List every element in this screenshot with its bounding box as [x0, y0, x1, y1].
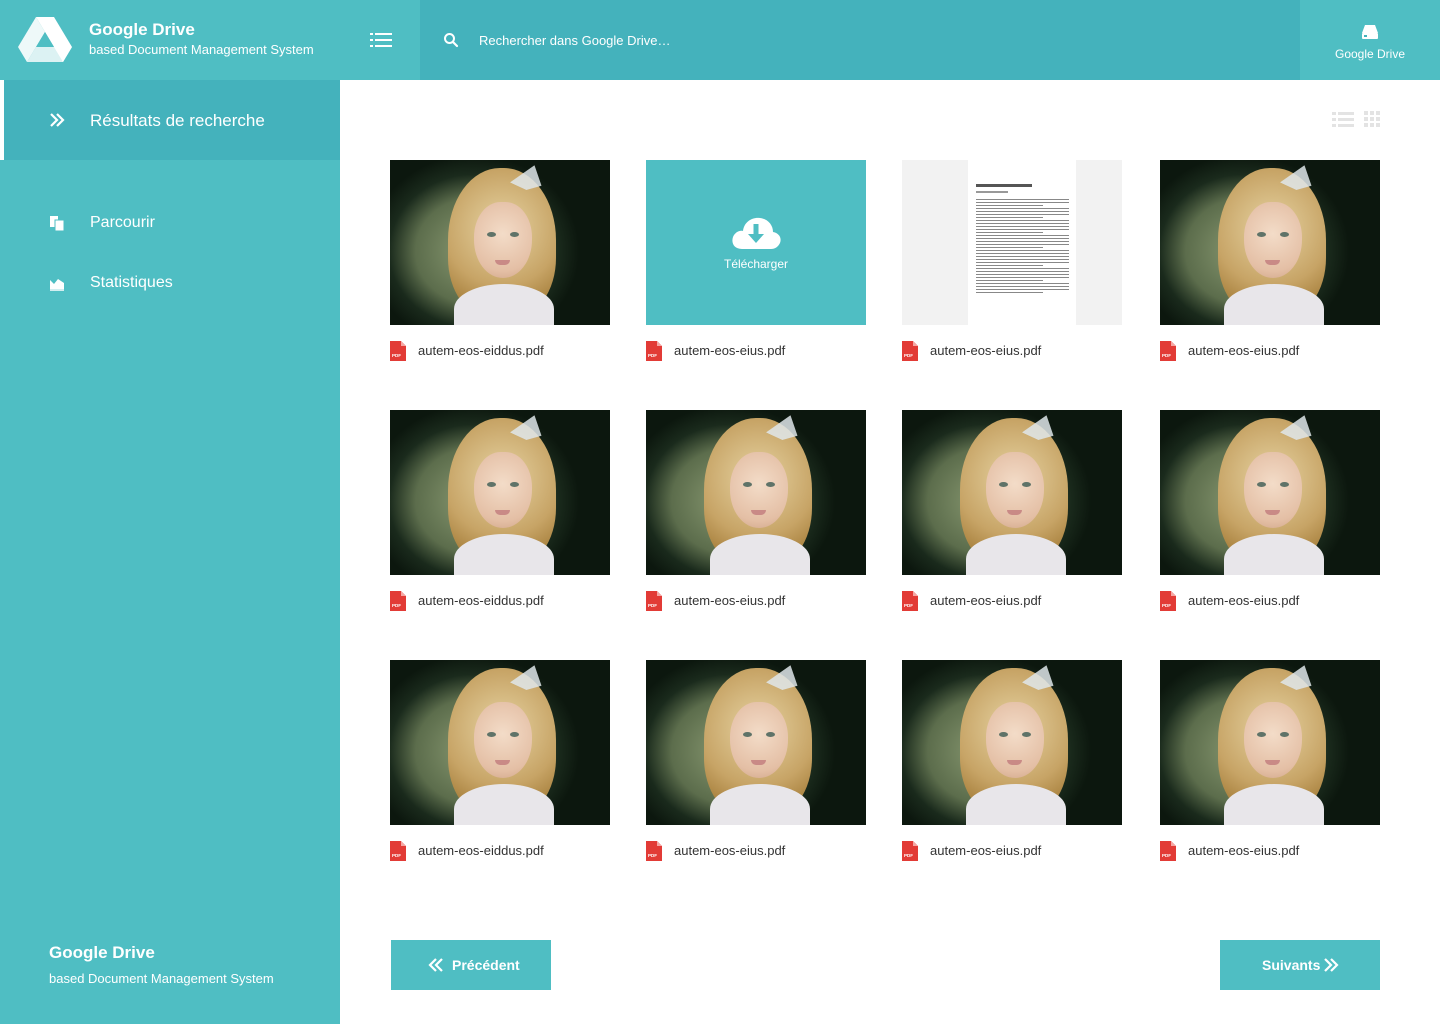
file-thumbnail: [902, 410, 1122, 575]
pdf-file-icon: PDF: [902, 591, 918, 611]
file-card[interactable]: PDF autem-eos-eiddus.pdf: [390, 160, 610, 370]
file-thumbnail: [1160, 660, 1380, 825]
file-card[interactable]: PDF autem-eos-eius.pdf: [902, 660, 1122, 870]
document-preview: [968, 160, 1076, 325]
sidebar-item-label: Statistiques: [90, 274, 173, 291]
sidebar-item-browse[interactable]: Parcourir: [0, 203, 340, 243]
file-card[interactable]: PDF autem-eos-eius.pdf: [646, 660, 866, 870]
brand-title: Google Drive: [89, 20, 195, 39]
google-drive-button[interactable]: Google Drive: [1300, 0, 1440, 80]
file-thumbnail: [1160, 160, 1380, 325]
pdf-file-icon: PDF: [646, 591, 662, 611]
file-name: autem-eos-eius.pdf: [1188, 843, 1300, 858]
svg-text:PDF: PDF: [648, 853, 657, 858]
area-chart-icon: [50, 279, 64, 291]
file-name: autem-eos-eius.pdf: [674, 343, 786, 358]
grid-view-icon[interactable]: [1364, 111, 1381, 128]
file-card[interactable]: PDF autem-eos-eius.pdf: [902, 410, 1122, 620]
pdf-file-icon: PDF: [646, 341, 662, 361]
double-chevron-left-icon: [428, 958, 443, 972]
top-bar: Google Drive based Document Management S…: [0, 0, 1440, 80]
list-view-icon[interactable]: [1332, 111, 1354, 129]
pdf-file-icon: PDF: [1160, 841, 1176, 861]
brand-area: Google Drive based Document Management S…: [0, 0, 420, 80]
svg-text:PDF: PDF: [392, 853, 401, 858]
brand-subtitle: based Document Management System: [89, 42, 314, 57]
svg-text:PDF: PDF: [392, 353, 401, 358]
menu-toggle-icon[interactable]: [370, 31, 392, 49]
file-card[interactable]: PDF autem-eos-eius.pdf: [902, 160, 1122, 370]
pdf-file-icon: PDF: [390, 341, 406, 361]
previous-page-label: Précédent: [452, 957, 520, 973]
svg-text:PDF: PDF: [648, 353, 657, 358]
svg-text:PDF: PDF: [648, 603, 657, 608]
sidebar-item-label: Résultats de recherche: [90, 111, 265, 130]
pdf-file-icon: PDF: [1160, 591, 1176, 611]
next-page-label: Suivants: [1262, 957, 1321, 973]
google-drive-button-label: Google Drive: [1334, 47, 1406, 61]
file-thumbnail: [902, 160, 1122, 325]
sidebar: Résultats de recherche Parcourir Statist…: [0, 80, 340, 1024]
drive-hdd-icon: [1362, 25, 1378, 39]
file-name: autem-eos-eius.pdf: [674, 843, 786, 858]
pdf-file-icon: PDF: [1160, 341, 1176, 361]
svg-text:PDF: PDF: [1162, 603, 1171, 608]
file-thumbnail: [902, 660, 1122, 825]
file-name: autem-eos-eius.pdf: [1188, 343, 1300, 358]
svg-text:PDF: PDF: [392, 603, 401, 608]
cloud-download-icon: [732, 217, 781, 249]
svg-text:PDF: PDF: [1162, 353, 1171, 358]
file-thumbnail: [390, 160, 610, 325]
download-label: Télécharger: [723, 257, 789, 271]
file-card[interactable]: PDF autem-eos-eius.pdf: [1160, 410, 1380, 620]
double-chevron-right-icon: [50, 113, 65, 127]
file-name: autem-eos-eius.pdf: [930, 843, 1042, 858]
sidebar-footer-subtitle: based Document Management System: [49, 971, 274, 986]
svg-text:PDF: PDF: [904, 603, 913, 608]
pdf-file-icon: PDF: [390, 841, 406, 861]
file-thumbnail: Télécharger: [646, 160, 866, 325]
next-page-button[interactable]: Suivants: [1220, 940, 1380, 990]
svg-text:PDF: PDF: [1162, 853, 1171, 858]
file-name: autem-eos-eius.pdf: [674, 593, 786, 608]
pdf-file-icon: PDF: [902, 341, 918, 361]
file-thumbnail: [646, 660, 866, 825]
file-card[interactable]: PDF autem-eos-eius.pdf: [1160, 660, 1380, 870]
sidebar-item-statistics[interactable]: Statistiques: [0, 263, 340, 303]
svg-text:PDF: PDF: [904, 353, 913, 358]
file-name: autem-eos-eius.pdf: [930, 343, 1042, 358]
file-name: autem-eos-eiddus.pdf: [418, 843, 544, 858]
sidebar-item-label: Parcourir: [90, 214, 155, 231]
google-drive-logo-icon: [18, 17, 72, 62]
double-chevron-right-icon: [1324, 958, 1339, 972]
file-name: autem-eos-eiddus.pdf: [418, 593, 544, 608]
pdf-file-icon: PDF: [902, 841, 918, 861]
sidebar-item-search-results[interactable]: Résultats de recherche: [0, 80, 340, 160]
file-thumbnail: [390, 410, 610, 575]
file-thumbnail: [390, 660, 610, 825]
file-name: autem-eos-eiddus.pdf: [418, 343, 544, 358]
file-card[interactable]: PDF autem-eos-eiddus.pdf: [390, 660, 610, 870]
file-card[interactable]: PDF autem-eos-eius.pdf: [1160, 160, 1380, 370]
pdf-file-icon: PDF: [646, 841, 662, 861]
sidebar-footer-title: Google Drive: [49, 943, 155, 962]
file-thumbnail: [1160, 410, 1380, 575]
pdf-file-icon: PDF: [390, 591, 406, 611]
file-thumbnail: [646, 410, 866, 575]
svg-text:PDF: PDF: [904, 853, 913, 858]
file-name: autem-eos-eius.pdf: [1188, 593, 1300, 608]
file-card[interactable]: PDF autem-eos-eiddus.pdf: [390, 410, 610, 620]
search-input[interactable]: [470, 26, 870, 54]
search-icon: [444, 33, 459, 48]
file-name: autem-eos-eius.pdf: [930, 593, 1042, 608]
file-card[interactable]: PDF autem-eos-eius.pdf: [646, 410, 866, 620]
previous-page-button[interactable]: Précédent: [391, 940, 551, 990]
copy-files-icon: [50, 216, 65, 231]
file-card[interactable]: Télécharger PDF autem-eos-eius.pdf: [646, 160, 866, 370]
